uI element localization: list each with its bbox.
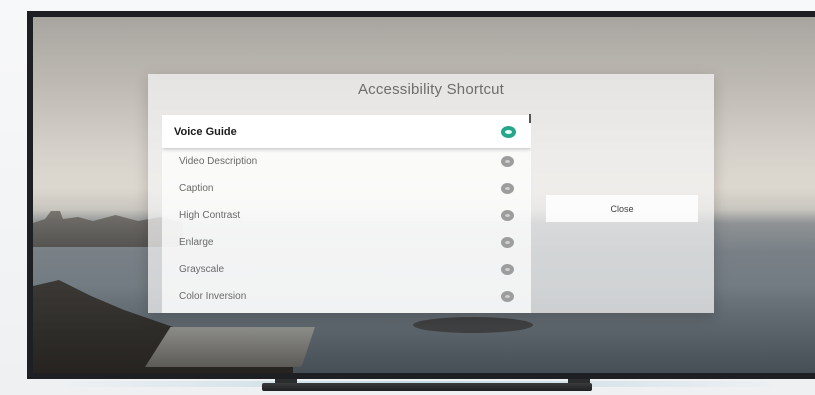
shortcut-item[interactable]: Enlarge [162, 229, 531, 256]
toggle-off-icon[interactable] [501, 264, 514, 275]
toggle-indicator-icon [505, 295, 510, 298]
toggle-indicator-icon [505, 187, 510, 190]
toggle-off-icon[interactable] [501, 291, 514, 302]
close-button[interactable]: Close [546, 195, 698, 222]
toggle-off-icon[interactable] [501, 156, 514, 167]
toggle-off-icon[interactable] [501, 183, 514, 194]
shortcut-item-label: Voice Guide [174, 125, 237, 138]
shortcut-item-label: Caption [179, 183, 214, 194]
shortcut-item[interactable]: Video Description [162, 148, 531, 175]
dialog-title: Accessibility Shortcut [357, 81, 505, 98]
accessibility-shortcut-dialog: Accessibility Shortcut Voice Guide Video … [148, 74, 714, 313]
shortcut-item[interactable]: Caption [162, 175, 531, 202]
toggle-off-icon[interactable] [501, 210, 514, 221]
shortcut-item-label: Enlarge [179, 237, 214, 248]
stage: Accessibility Shortcut Voice Guide Video … [0, 0, 815, 395]
list-scrollbar[interactable] [529, 114, 531, 123]
shortcut-item[interactable]: Color Inversion [162, 283, 531, 310]
shortcut-list: Voice Guide Video Description Caption High … [162, 115, 531, 313]
background-pier [145, 327, 315, 367]
toggle-on-icon[interactable] [501, 125, 516, 138]
shortcut-item[interactable]: High Contrast [162, 202, 531, 229]
shortcut-item-label: Color Inversion [179, 291, 247, 302]
background-rocks [413, 317, 533, 333]
toggle-indicator-icon [505, 241, 510, 244]
toggle-indicator-icon [505, 129, 512, 134]
toggle-indicator-icon [505, 268, 510, 271]
shortcut-item[interactable]: Voice Guide [162, 115, 531, 148]
shortcut-item-label: Grayscale [179, 264, 225, 275]
tv-stand-base [262, 383, 592, 391]
toggle-off-icon[interactable] [501, 237, 514, 248]
shortcut-item-label: Video Description [179, 156, 258, 167]
shortcut-item-label: High Contrast [179, 210, 241, 221]
shortcut-item[interactable]: Grayscale [162, 256, 531, 283]
toggle-indicator-icon [505, 160, 510, 163]
toggle-indicator-icon [505, 214, 510, 217]
